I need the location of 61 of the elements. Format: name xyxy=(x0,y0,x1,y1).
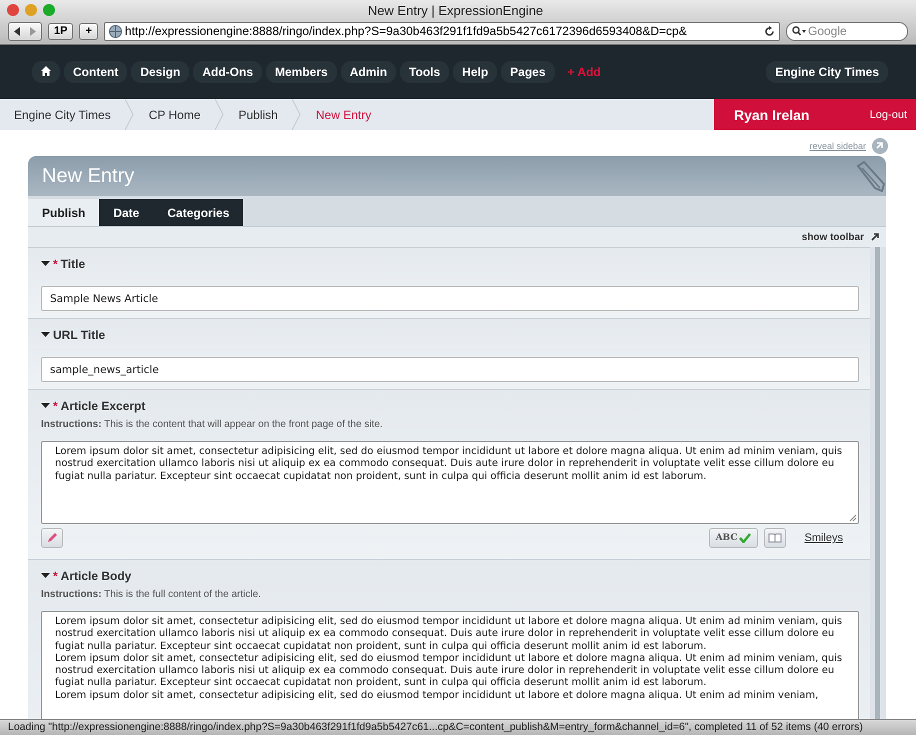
collapse-triangle-icon[interactable] xyxy=(41,573,50,579)
input-field[interactable]: Sample News Article xyxy=(41,286,859,311)
collapse-triangle-icon[interactable] xyxy=(41,332,50,338)
pencil-icon xyxy=(46,532,58,544)
add-button[interactable]: + xyxy=(79,22,98,40)
tab[interactable]: Publish xyxy=(28,199,100,226)
input-field[interactable]: sample_news_article xyxy=(41,357,859,382)
window-title: New Entry | ExpressionEngine xyxy=(368,2,544,18)
reload-icon[interactable] xyxy=(764,26,775,36)
search-icon xyxy=(792,26,806,36)
required-mark: * xyxy=(53,569,58,583)
address-field[interactable]: http://expressionengine:8888/ringo/index.php?S=9a30b463f291f1fd9a5b5427c6172396d6593408&D=cp& xyxy=(104,22,780,40)
pencil-icon xyxy=(854,160,886,192)
field-label: Article Excerpt xyxy=(60,399,146,413)
nav-link[interactable]: Members xyxy=(266,61,337,83)
breadcrumb-link[interactable]: Engine City Times xyxy=(0,99,125,130)
breadcrumb-link[interactable]: Publish xyxy=(224,99,292,130)
field-label: Title xyxy=(60,257,86,271)
search-field[interactable]: Google xyxy=(786,22,908,40)
bookmark-button[interactable]: 1P xyxy=(48,22,74,40)
nav-link[interactable]: Add-Ons xyxy=(193,61,262,83)
user-name: Ryan Irelan xyxy=(734,106,810,122)
breadcrumb-link[interactable]: New Entry xyxy=(302,99,386,130)
back-forward-buttons[interactable] xyxy=(8,22,42,40)
globe-icon xyxy=(108,24,122,38)
home-button[interactable] xyxy=(32,61,60,83)
spellcheck-button[interactable]: ABC xyxy=(708,528,758,548)
nav-link[interactable]: Help xyxy=(453,61,498,83)
smileys-link[interactable]: Smileys xyxy=(804,532,843,544)
status-text: Loading "http://expressionengine:8888/ringo/index.php?S=9a30b463f291f1fd9a5b5427c61...cp&C=content_publish&M=entry_form&channel_id=6", completed 11 of 52 items (40 errors) xyxy=(8,721,863,733)
logout-link[interactable]: Log-out xyxy=(870,108,907,120)
glossary-button[interactable] xyxy=(764,528,786,548)
text-area[interactable]: Lorem ipsum dolor sit amet, consectetur adipisicing elit, sed do eiusmod tempor incididunt ut labore et dolore magna aliqua. Ut enim ad minim veniam, quis nostrud exercitation ullamco laboris nisi ut aliquip ex ea commodo consequat. Duis aute irure dolor in reprehenderit in voluptate velit esse cillum dolore eu fugiat nulla pariatur. Excepteur sint occaecat cupidatat non proident, sunt in culpa qui officia deserunt mollit anim id est laborum. Lorem ipsum dolor sit amet, consectetur adipisicing elit, sed do eiusmod tempor incididunt ut labore et dolore magna aliqua. Ut enim ad minim veniam, quis nostrud exercitation ullamco laboris nisi ut aliquip ex ea commodo consequat. Duis aute irure dolor in reprehenderit in voluptate velit esse cillum dolore eu fugiat nulla pariatur. Excepteur sint occaecat cupidatat non proident, sunt in culpa qui officia deserunt mollit anim id est laborum. Lorem ipsum dolor sit amet, consectetur adipisicing elit, sed do eiusmod tempor incididunt ut labore et dolore magna aliqua. Ut enim ad minim veniam, xyxy=(41,611,859,719)
resize-grip-icon[interactable] xyxy=(849,514,857,522)
site-link[interactable]: Engine City Times xyxy=(766,61,888,83)
collapse-triangle-icon[interactable] xyxy=(41,261,50,267)
tab[interactable]: Date xyxy=(99,199,154,226)
nav-link[interactable]: Content xyxy=(64,61,128,83)
breadcrumb-link[interactable]: CP Home xyxy=(134,99,214,130)
edit-button[interactable] xyxy=(41,528,63,548)
nav-link[interactable]: Design xyxy=(131,61,190,83)
field-label: URL Title xyxy=(53,328,106,342)
expand-arrow-icon[interactable] xyxy=(870,232,880,242)
text-area[interactable]: Lorem ipsum dolor sit amet, consectetur adipisicing elit, sed do eiusmod tempor incididunt ut labore et dolore magna aliqua. Ut enim ad minim veniam, quis nostrud exercitation ullamco laboris nisi ut aliquip ex ea commodo consequat. Duis aute irure dolor in reprehenderit in voluptate velit esse cillum dolore eu fugiat nulla pariatur. Excepteur sint occaecat cupidatat non proident, sunt in culpa qui officia deserunt mollit anim id est laborum. xyxy=(41,441,859,524)
window-control-icon[interactable] xyxy=(7,4,19,16)
collapse-triangle-icon[interactable] xyxy=(41,403,50,409)
nav-link[interactable]: Pages xyxy=(501,61,555,83)
home-icon xyxy=(41,66,51,76)
field-instructions: Instructions: This is the full content of the article. xyxy=(41,589,262,600)
required-mark: * xyxy=(53,399,58,413)
nav-link[interactable]: Admin xyxy=(340,61,396,83)
check-icon xyxy=(739,533,752,543)
field-label: Article Body xyxy=(60,569,132,583)
panel-title: New Entry xyxy=(42,164,134,188)
nav-link[interactable]: Tools xyxy=(400,61,450,83)
field-instructions: Instructions: This is the content that will appear on the front page of the site. xyxy=(41,419,384,430)
required-mark: * xyxy=(53,257,58,271)
show-toolbar-link[interactable]: show toolbar xyxy=(802,232,864,242)
scrollbar[interactable] xyxy=(875,247,880,719)
tab[interactable]: Categories xyxy=(153,199,244,226)
book-icon xyxy=(768,533,782,543)
